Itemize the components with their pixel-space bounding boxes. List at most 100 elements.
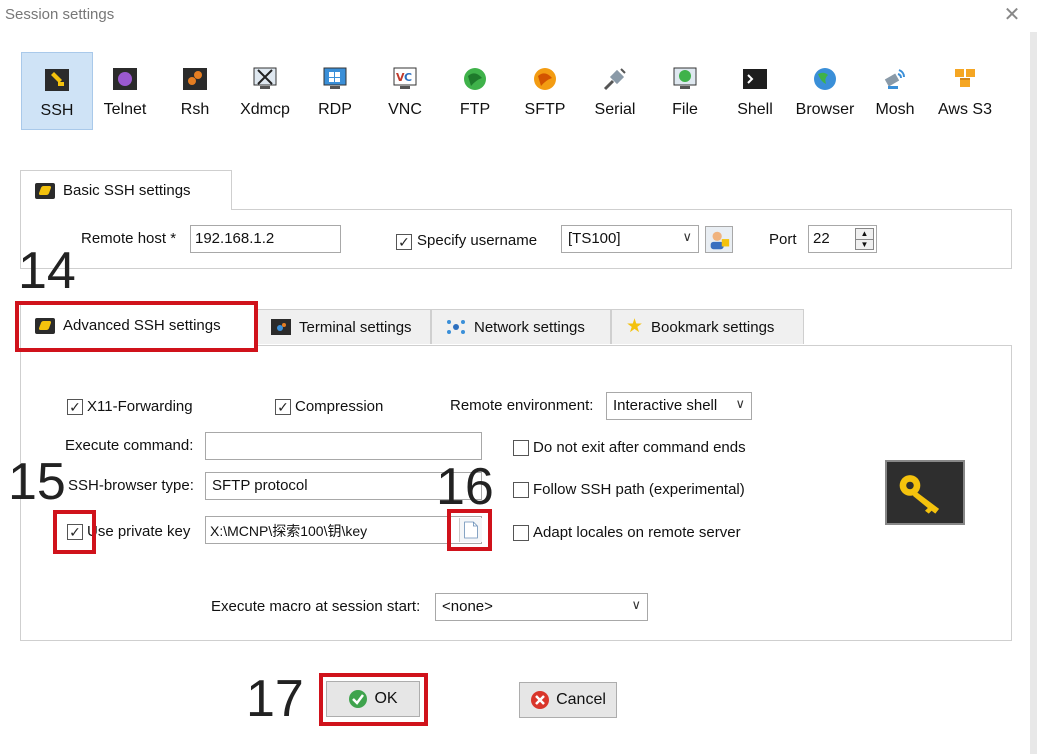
compression-checkbox[interactable]: ✓	[275, 399, 291, 415]
window-scroll-edge	[1030, 32, 1037, 754]
session-type-label: Mosh	[875, 101, 915, 118]
annotation-17: 17	[246, 670, 304, 728]
session-type-label: Telnet	[103, 101, 147, 118]
highlight-ok-button	[319, 673, 428, 726]
sftp-icon	[534, 68, 556, 90]
highlight-advanced-tab	[15, 301, 258, 352]
username-select[interactable]: [TS100] ∨	[561, 225, 699, 253]
follow-ssh-path-label: Follow SSH path (experimental)	[533, 481, 745, 498]
specify-username-label: Specify username	[417, 232, 538, 249]
remote-environment-select[interactable]: Interactive shell ∨	[606, 392, 752, 420]
session-type-ssh[interactable]: SSH	[21, 52, 93, 130]
xdmcp-icon	[253, 67, 277, 89]
terminal-icon	[271, 319, 291, 335]
session-type-sftp[interactable]: SFTP	[509, 52, 581, 130]
tab-label: Network settings	[474, 318, 585, 336]
session-type-shell[interactable]: Shell	[719, 52, 791, 130]
session-type-ftp[interactable]: FTP	[439, 52, 511, 130]
network-icon	[447, 320, 465, 334]
file-icon	[673, 67, 697, 89]
annotation-16: 16	[436, 458, 494, 516]
tab-label: Basic SSH settings	[63, 182, 191, 199]
port-value: 22	[813, 230, 830, 247]
session-type-browser[interactable]: Browser	[789, 52, 861, 130]
user-manager-button[interactable]	[705, 226, 733, 253]
session-type-file[interactable]: File	[649, 52, 721, 130]
spin-up-icon[interactable]: ▲	[855, 228, 874, 240]
session-type-mosh[interactable]: Mosh	[859, 52, 931, 130]
session-type-vnc[interactable]: VC VNC	[369, 52, 441, 130]
ssh-icon	[45, 69, 69, 91]
vnc-icon: VC	[393, 67, 417, 89]
star-icon: ★	[626, 316, 644, 337]
session-type-label: Shell	[737, 101, 773, 118]
use-private-key-label: Use private key	[87, 523, 191, 540]
rsh-icon	[183, 68, 207, 90]
execute-command-input[interactable]	[205, 432, 482, 460]
ssh-browser-type-value: SFTP protocol	[212, 477, 308, 494]
session-type-telnet[interactable]: Telnet	[89, 52, 161, 130]
highlight-use-private-key	[53, 510, 96, 554]
port-label: Port	[769, 231, 797, 248]
close-icon[interactable]: ✕	[1000, 3, 1024, 27]
username-value: [TS100]	[568, 230, 621, 247]
private-key-path-input[interactable]: X:\MCNP\探索100\钥\key	[205, 516, 482, 544]
compression-label: Compression	[295, 398, 384, 415]
do-not-exit-checkbox[interactable]	[513, 440, 529, 456]
execute-macro-label: Execute macro at session start:	[211, 598, 421, 615]
cancel-button[interactable]: Cancel	[519, 682, 617, 718]
session-type-rsh[interactable]: Rsh	[159, 52, 231, 130]
session-type-label: Xdmcp	[240, 101, 290, 118]
browser-icon	[814, 68, 836, 90]
session-type-label: SSH	[40, 102, 74, 119]
x11-forwarding-label: X11-Forwarding	[87, 398, 193, 415]
session-type-label: FTP	[459, 101, 491, 118]
tab-label: Terminal settings	[299, 318, 412, 336]
ssh-browser-type-label: SSH-browser type:	[68, 477, 194, 494]
do-not-exit-label: Do not exit after command ends	[533, 439, 746, 456]
shell-icon	[743, 69, 767, 89]
x11-forwarding-checkbox[interactable]: ✓	[67, 399, 83, 415]
wrench-icon	[35, 182, 55, 199]
session-type-aws-s3[interactable]: Aws S3	[929, 52, 1001, 130]
session-type-label: SFTP	[524, 101, 566, 118]
session-type-label: Serial	[594, 101, 636, 118]
cancel-circle-icon	[531, 691, 550, 709]
mosh-icon	[884, 69, 905, 89]
execute-macro-select[interactable]: <none> ∨	[435, 593, 648, 621]
tab-label: Bookmark settings	[651, 318, 775, 336]
tab-network-settings[interactable]: Network settings	[431, 309, 611, 344]
rdp-icon	[323, 67, 347, 89]
spin-down-icon[interactable]: ▼	[855, 239, 874, 250]
chevron-down-icon: ∨	[682, 229, 692, 244]
adapt-locales-label: Adapt locales on remote server	[533, 524, 741, 541]
ssh-key-image	[885, 460, 965, 525]
port-spinner[interactable]: ▲ ▼	[855, 228, 874, 250]
session-type-label: VNC	[388, 101, 422, 118]
remote-host-input[interactable]: 192.168.1.2	[190, 225, 341, 253]
tab-bookmark-settings[interactable]: ★ Bookmark settings	[611, 309, 804, 344]
annotation-15: 15	[8, 453, 66, 511]
session-type-label: RDP	[318, 101, 352, 118]
svg-text:C: C	[404, 71, 412, 84]
session-type-rdp[interactable]: RDP	[299, 52, 371, 130]
adapt-locales-checkbox[interactable]	[513, 525, 529, 541]
session-type-label: Rsh	[180, 101, 210, 118]
annotation-14: 14	[18, 242, 76, 300]
execute-command-label: Execute command:	[65, 437, 194, 454]
execute-macro-value: <none>	[442, 598, 493, 615]
key-icon	[899, 475, 940, 514]
follow-ssh-path-checkbox[interactable]	[513, 482, 529, 498]
session-type-label: Aws S3	[938, 101, 992, 118]
chevron-down-icon: ∨	[735, 396, 745, 411]
session-type-serial[interactable]: Serial	[579, 52, 651, 130]
session-type-xdmcp[interactable]: Xdmcp	[229, 52, 301, 130]
tab-terminal-settings[interactable]: Terminal settings	[256, 309, 431, 344]
specify-username-checkbox[interactable]: ✓	[396, 234, 412, 250]
window-title: Session settings	[5, 6, 115, 23]
cancel-label: Cancel	[556, 691, 606, 708]
highlight-browse-key	[447, 509, 492, 551]
tab-basic-ssh-settings[interactable]: Basic SSH settings	[20, 170, 232, 210]
aws-s3-icon	[955, 69, 975, 87]
session-type-label: File	[672, 101, 698, 118]
